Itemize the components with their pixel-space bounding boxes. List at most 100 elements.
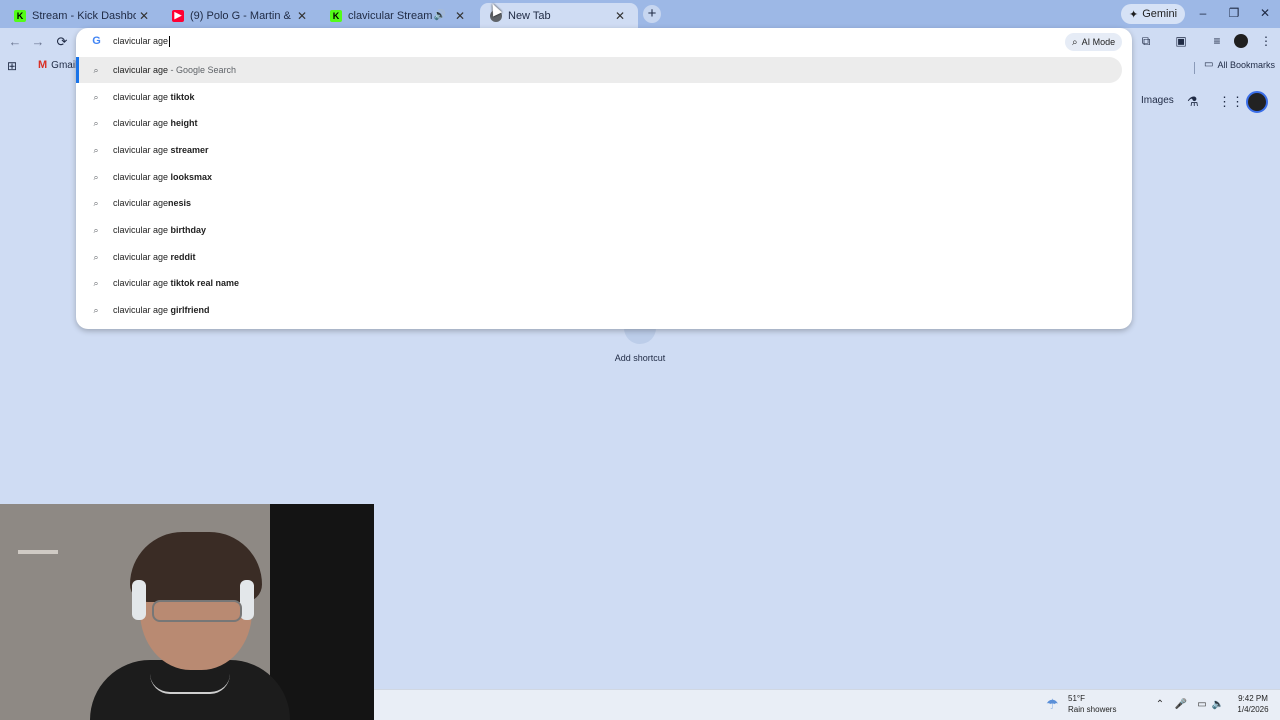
suggestion-item[interactable]: ⌕ clavicular age tiktok real name xyxy=(76,270,1132,296)
new-tab-button[interactable]: + xyxy=(643,5,661,23)
suggestion-completion: birthday xyxy=(170,225,207,235)
gemini-icon: ✦ xyxy=(1129,8,1139,21)
images-link[interactable]: Images xyxy=(1141,95,1174,106)
webcam-glasses xyxy=(152,600,242,622)
tab-title: (9) Polo G - Martin & Gina (Off xyxy=(190,9,294,22)
bookmark-gmail[interactable]: M Gmail xyxy=(38,59,77,71)
volume-icon[interactable]: 🔈 xyxy=(1211,699,1225,710)
profile-avatar[interactable] xyxy=(1234,34,1248,48)
google-apps-icon[interactable]: ⋮⋮ xyxy=(1218,94,1244,110)
suggestion-base: clavicular age xyxy=(113,198,169,208)
suggestion-base: clavicular age xyxy=(113,172,171,182)
gemini-label: Gemini xyxy=(1142,8,1178,20)
google-g-icon: G xyxy=(92,35,101,47)
tab-search-icon[interactable]: ▣ xyxy=(1173,34,1189,50)
reload-button[interactable]: ⟳ xyxy=(54,34,70,50)
search-sparkle-icon: ⌕ xyxy=(1072,36,1078,48)
ai-mode-button[interactable]: ⌕ AI Mode xyxy=(1065,33,1123,51)
media-controls-icon[interactable]: ≡ xyxy=(1209,34,1225,50)
bookmarks-divider xyxy=(1194,62,1195,74)
webcam-overlay xyxy=(0,504,374,720)
tab-new-tab[interactable]: New Tab ✕ xyxy=(480,3,638,28)
search-icon: ⌕ xyxy=(93,251,99,262)
suggestion-item[interactable]: ⌕ clavicular age girlfriend xyxy=(76,297,1132,323)
weather-rain-icon[interactable]: ☂ xyxy=(1046,696,1059,713)
labs-flask-icon[interactable]: ⚗ xyxy=(1187,94,1199,110)
suggestion-base: clavicular age xyxy=(113,145,171,155)
tab-youtube[interactable]: ▶ (9) Polo G - Martin & Gina (Off ✕ xyxy=(162,3,320,28)
close-tab-icon[interactable]: ✕ xyxy=(136,9,152,23)
all-bookmarks-label: All Bookmarks xyxy=(1217,59,1275,70)
weather-temperature[interactable]: 51°F xyxy=(1068,694,1085,703)
suggestion-base: clavicular age xyxy=(113,305,171,315)
account-avatar[interactable] xyxy=(1246,91,1268,113)
tab-clavicular-stream[interactable]: K clavicular Stream - Watch L 🔊 ✕ xyxy=(320,3,478,28)
suggestion-completion: streamer xyxy=(170,145,209,155)
search-icon: ⌕ xyxy=(93,197,99,208)
suggestion-base: clavicular age xyxy=(113,65,169,75)
search-icon: ⌕ xyxy=(93,277,99,288)
suggestion-item[interactable]: ⌕ clavicular age reddit xyxy=(76,244,1132,270)
restore-button[interactable]: ❐ xyxy=(1224,6,1244,20)
tab-strip: K Stream - Kick Dashboard ✕ ▶ (9) Polo G… xyxy=(0,0,1280,28)
taskbar xyxy=(374,689,1280,720)
speaker-icon[interactable]: 🔊 xyxy=(434,10,446,21)
add-shortcut-label[interactable]: Add shortcut xyxy=(600,353,680,363)
close-tab-icon[interactable]: ✕ xyxy=(294,9,310,23)
headphone-left-icon xyxy=(132,580,146,620)
folder-icon: ▭ xyxy=(1204,59,1214,70)
suggestion-base: clavicular age xyxy=(113,278,171,288)
suggestion-base: clavicular age xyxy=(113,92,171,102)
omnibox-dropdown: G clavicular age ⌕ AI Mode ⌕ clavicular … xyxy=(76,28,1132,329)
webcam-light-strip xyxy=(18,550,58,554)
suggestion-base: clavicular age xyxy=(113,118,171,128)
suggestion-completion: girlfriend xyxy=(170,305,210,315)
text-caret xyxy=(169,36,171,48)
search-icon: ⌕ xyxy=(93,304,99,315)
minimize-button[interactable]: – xyxy=(1193,6,1213,20)
tab-kick-dashboard[interactable]: K Stream - Kick Dashboard ✕ xyxy=(4,3,162,28)
tab-title: New Tab xyxy=(508,9,551,22)
show-hidden-icons-chevron-icon[interactable]: ⌃ xyxy=(1153,699,1167,710)
clock-time[interactable]: 9:42 PM xyxy=(1229,694,1277,703)
suggestion-item[interactable]: ⌕ clavicular age looksmax xyxy=(76,164,1132,190)
forward-button[interactable]: → xyxy=(30,34,46,49)
extensions-icon[interactable]: ⧉ xyxy=(1138,34,1154,50)
suggestion-item[interactable]: ⌕ clavicular agenesis xyxy=(76,190,1132,216)
close-window-button[interactable]: ✕ xyxy=(1255,6,1275,20)
suggestion-completion: tiktok xyxy=(170,92,195,102)
webcam-chain xyxy=(150,674,230,694)
suggestion-item[interactable]: ⌕ clavicular age birthday xyxy=(76,217,1132,243)
microphone-icon[interactable]: 🎤 xyxy=(1174,699,1188,710)
suggestion-completion: nesis xyxy=(168,198,192,208)
gemini-button[interactable]: ✦ Gemini xyxy=(1121,4,1186,24)
suggestion-item[interactable]: ⌕ clavicular age height xyxy=(76,110,1132,136)
all-bookmarks-button[interactable]: ▭ All Bookmarks xyxy=(1204,59,1275,70)
back-button[interactable]: ← xyxy=(7,34,23,49)
close-tab-icon[interactable]: ✕ xyxy=(612,9,628,23)
search-icon: ⌕ xyxy=(93,117,99,128)
omnibox-query: clavicular age xyxy=(113,36,169,46)
suggestion-base: clavicular age xyxy=(113,225,171,235)
tab-title: Stream - Kick Dashboard xyxy=(32,9,136,22)
youtube-icon: ▶ xyxy=(172,9,184,22)
suggestion-base: clavicular age xyxy=(113,252,171,262)
omnibox-input-row[interactable]: G clavicular age ⌕ AI Mode xyxy=(76,28,1132,56)
omnibox-input[interactable]: clavicular age xyxy=(113,36,171,48)
menu-icon[interactable]: ⋮ xyxy=(1258,34,1274,50)
suggestion-completion: tiktok real name xyxy=(170,278,240,288)
apps-grid-icon[interactable]: ⊞ xyxy=(7,59,17,73)
suggestion-item[interactable]: ⌕ clavicular age streamer xyxy=(76,137,1132,163)
search-icon: ⌕ xyxy=(93,224,99,235)
suggestion-completion: reddit xyxy=(170,252,196,262)
close-tab-icon[interactable]: ✕ xyxy=(452,9,468,23)
webcam-curtain xyxy=(270,504,374,720)
suggestion-completion: looksmax xyxy=(170,172,213,182)
clock-date[interactable]: 1/4/2026 xyxy=(1229,705,1277,714)
search-icon: ⌕ xyxy=(93,64,99,75)
network-icon[interactable]: ▭ xyxy=(1195,699,1209,710)
suggestion-item[interactable]: ⌕ clavicular age - Google Search xyxy=(76,57,1122,83)
search-icon: ⌕ xyxy=(93,171,99,182)
suggestion-item[interactable]: ⌕ clavicular age tiktok xyxy=(76,84,1132,110)
weather-description[interactable]: Rain showers xyxy=(1068,705,1116,714)
